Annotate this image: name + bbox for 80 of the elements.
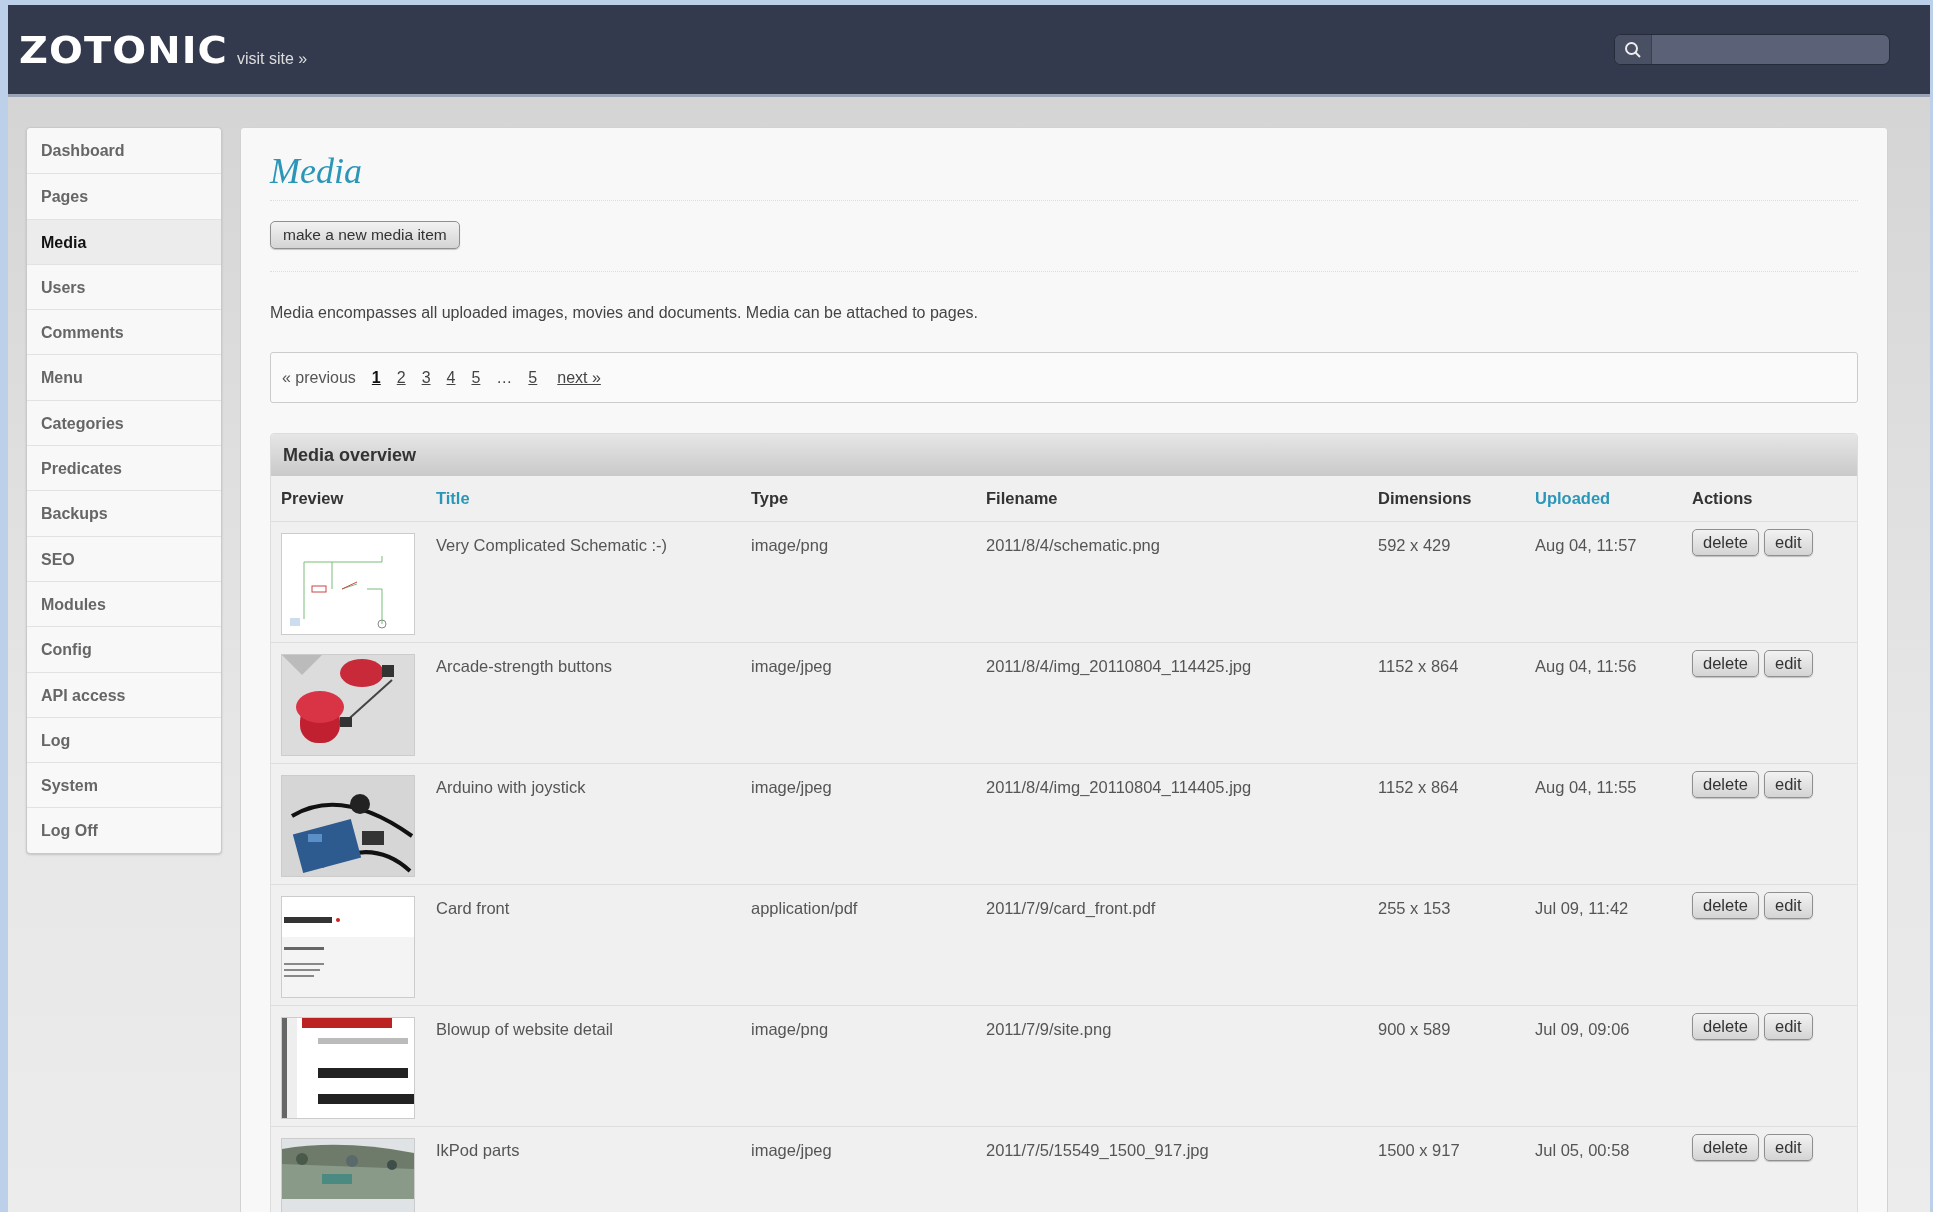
page-link[interactable]: 5 — [528, 368, 538, 387]
sidebar-item[interactable]: Categories — [27, 399, 221, 446]
sidebar-item[interactable]: Pages — [27, 173, 221, 219]
delete-button[interactable]: delete — [1692, 892, 1759, 919]
next-link[interactable]: next » — [557, 368, 601, 387]
table-cell: 900 x 589 — [1368, 1006, 1525, 1127]
column-header: Actions — [1682, 476, 1857, 522]
edit-button[interactable]: edit — [1763, 1134, 1813, 1161]
table-cell: Jul 09, 09:06 — [1525, 1006, 1682, 1127]
page-link[interactable]: 2 — [396, 368, 406, 387]
delete-button[interactable]: delete — [1692, 1134, 1759, 1161]
edit-button[interactable]: edit — [1763, 1013, 1813, 1040]
sidebar-item[interactable]: System — [27, 762, 221, 808]
edit-button[interactable]: edit — [1763, 529, 1813, 556]
delete-button[interactable]: delete — [1692, 771, 1759, 798]
table-cell: 2011/7/9/card_front.pdf — [976, 885, 1368, 1006]
sidebar-item[interactable]: API access — [27, 671, 221, 717]
table-cell: IkPod parts — [426, 1127, 741, 1212]
table-cell: 2011/7/5/15549_1500_917.jpg — [976, 1127, 1368, 1212]
logo[interactable]: ZOTONIC — [19, 27, 228, 72]
table-cell: 2011/7/9/site.png — [976, 1006, 1368, 1127]
table-cell: Jul 09, 11:42 — [1525, 885, 1682, 1006]
sidebar-item[interactable]: Users — [27, 263, 221, 310]
table-cell: 1500 x 917 — [1368, 1127, 1525, 1212]
previous-link: « previous — [282, 368, 356, 387]
page-link[interactable]: 5 — [471, 368, 481, 387]
table-title: Media overview — [271, 434, 1857, 476]
delete-button[interactable]: delete — [1692, 1013, 1759, 1040]
column-header: Dimensions — [1368, 476, 1525, 522]
visit-site-link[interactable]: visit site » — [236, 49, 308, 68]
sidebar-item[interactable]: Predicates — [27, 445, 221, 491]
description-text: Media encompasses all uploaded images, movies and documents. Media can be attached to pages. — [270, 304, 979, 322]
table-cell: image/png — [741, 522, 976, 643]
delete-button[interactable]: delete — [1692, 650, 1759, 677]
sidebar-item[interactable]: Dashboard — [27, 128, 221, 174]
table-cell: image/jpeg — [741, 764, 976, 885]
table-cell: 592 x 429 — [1368, 522, 1525, 643]
page-link[interactable]: 3 — [421, 368, 431, 387]
page-link[interactable]: 1 — [371, 368, 381, 387]
table-cell: image/png — [741, 1006, 976, 1127]
sidebar-item[interactable]: Comments — [27, 309, 221, 355]
table-cell: Card front — [426, 885, 741, 1006]
new-media-button[interactable]: make a new media item — [270, 221, 460, 249]
table-cell: 1152 x 864 — [1368, 643, 1525, 764]
edit-button[interactable]: edit — [1763, 771, 1813, 798]
table-cell: 2011/8/4/schematic.png — [976, 522, 1368, 643]
table-cell: Arcade-strength buttons — [426, 643, 741, 764]
sidebar-item[interactable]: Log — [27, 716, 221, 763]
table-cell: image/jpeg — [741, 643, 976, 764]
column-header: Preview — [271, 476, 426, 522]
column-header: Type — [741, 476, 976, 522]
table-cell: Aug 04, 11:56 — [1525, 643, 1682, 764]
edit-button[interactable]: edit — [1763, 650, 1813, 677]
table-cell: image/jpeg — [741, 1127, 976, 1212]
sidebar-item[interactable]: SEO — [27, 535, 221, 581]
table-cell: 1152 x 864 — [1368, 764, 1525, 885]
sidebar-item[interactable]: Log Off — [27, 807, 221, 853]
table-cell: Arduino with joystick — [426, 764, 741, 885]
delete-button[interactable]: delete — [1692, 529, 1759, 556]
sidebar-item[interactable]: Backups — [27, 490, 221, 536]
sidebar-item[interactable]: Modules — [27, 580, 221, 627]
sidebar-item[interactable]: Media — [27, 218, 221, 264]
search-field[interactable] — [1614, 34, 1890, 65]
sidebar-item[interactable]: Config — [27, 626, 221, 672]
search-icon — [1624, 40, 1642, 59]
table-cell: 255 x 153 — [1368, 885, 1525, 1006]
table-cell: 2011/8/4/img_20110804_114425.jpg — [976, 643, 1368, 764]
table-cell: Jul 05, 00:58 — [1525, 1127, 1682, 1212]
edit-button[interactable]: edit — [1763, 892, 1813, 919]
page-title: Media — [270, 150, 1858, 201]
table-cell: Aug 04, 11:55 — [1525, 764, 1682, 885]
column-header: Filename — [976, 476, 1368, 522]
table-cell: Very Complicated Schematic :-) — [426, 522, 741, 643]
table-cell: application/pdf — [741, 885, 976, 1006]
page-link[interactable]: 4 — [446, 368, 456, 387]
table-cell: 2011/8/4/img_20110804_114405.jpg — [976, 764, 1368, 885]
table-cell: Aug 04, 11:57 — [1525, 522, 1682, 643]
ellipsis: … — [496, 368, 513, 387]
sidebar-item[interactable]: Menu — [27, 354, 221, 400]
table-cell: Blowup of website detail — [426, 1006, 741, 1127]
